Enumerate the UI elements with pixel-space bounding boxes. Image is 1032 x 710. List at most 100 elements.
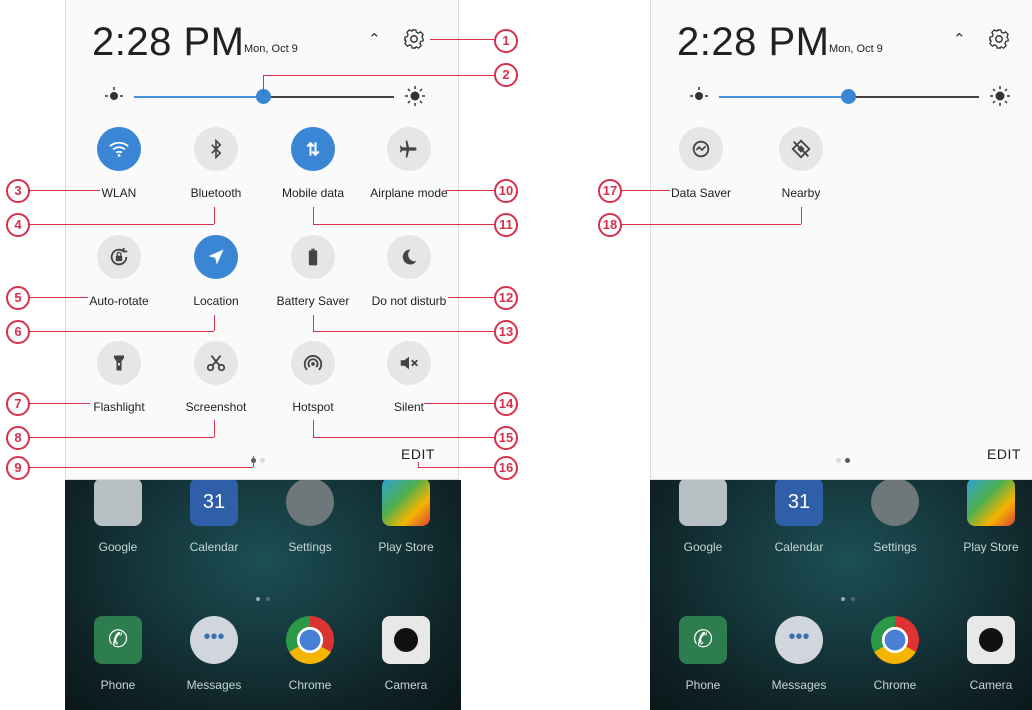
leader-line-4-rise xyxy=(214,207,215,224)
auto-rotate-icon xyxy=(97,235,141,279)
leader-line-16-rise xyxy=(418,462,419,467)
date: Mon, Oct 9 xyxy=(829,43,883,55)
callout-7: 7 xyxy=(6,392,30,416)
app-phone[interactable]: ✆ Phone xyxy=(73,616,163,692)
collapse-caret-icon[interactable]: ⌃ xyxy=(953,30,966,48)
collapse-caret-icon[interactable]: ⌃ xyxy=(368,30,381,48)
brightness-high-icon xyxy=(990,86,1010,106)
settings-gear-icon[interactable] xyxy=(988,28,1010,50)
leader-line-6 xyxy=(28,331,214,332)
leader-line-5 xyxy=(28,297,88,298)
app-chrome[interactable]: Chrome xyxy=(850,616,940,692)
moon-icon xyxy=(387,235,431,279)
callout-1: 1 xyxy=(494,29,518,53)
callout-9: 9 xyxy=(6,456,30,480)
app-settings[interactable]: Settings xyxy=(265,478,355,554)
phone-icon: ✆ xyxy=(94,616,142,664)
tile-airplane-mode[interactable]: Airplane mode xyxy=(359,127,459,207)
brightness-low-icon xyxy=(690,87,708,100)
leader-line-8-rise xyxy=(214,420,215,437)
app-google[interactable]: Google xyxy=(73,478,163,554)
leader-line-6-rise xyxy=(214,315,215,331)
clock: 2:28 PM xyxy=(92,20,245,64)
callout-15: 15 xyxy=(494,426,518,450)
chrome-icon xyxy=(871,616,919,664)
edit-button[interactable]: EDIT xyxy=(987,446,1021,462)
clock: 2:28 PM xyxy=(677,20,830,64)
leader-line-16 xyxy=(418,467,494,468)
app-calendar[interactable]: 31 Calendar xyxy=(169,478,259,554)
home-screen: Google 31 Calendar Settings Play Store ✆… xyxy=(65,478,461,710)
brightness-track[interactable] xyxy=(264,96,394,98)
tile-do-not-disturb[interactable]: Do not disturb xyxy=(359,235,459,315)
camera-icon xyxy=(967,616,1015,664)
page-dot-active[interactable] xyxy=(845,458,850,463)
callout-14: 14 xyxy=(494,392,518,416)
tile-hotspot[interactable]: Hotspot xyxy=(263,341,363,421)
leader-line-7 xyxy=(28,403,90,404)
app-camera[interactable]: Camera xyxy=(361,616,451,692)
leader-line-3 xyxy=(28,190,100,191)
tile-nearby[interactable]: Nearby xyxy=(751,127,851,207)
data-saver-icon xyxy=(679,127,723,171)
callout-10: 10 xyxy=(494,179,518,203)
quick-settings-panel: 2:28 PM Mon, Oct 9 ⌃ xyxy=(65,0,459,480)
app-play-store[interactable]: Play Store xyxy=(946,478,1032,554)
app-messages[interactable]: ••• Messages xyxy=(754,616,844,692)
messages-icon: ••• xyxy=(190,616,238,664)
leader-line-9 xyxy=(28,467,253,468)
leader-line-13-rise xyxy=(313,315,314,331)
callout-16: 16 xyxy=(494,456,518,480)
tile-data-saver[interactable]: Data Saver xyxy=(651,127,751,207)
settings-gear-icon[interactable] xyxy=(403,28,425,50)
tile-silent[interactable]: Silent xyxy=(359,341,459,421)
home-screen: Google 31 Calendar Settings Play Store ✆… xyxy=(650,478,1032,710)
phone-icon: ✆ xyxy=(679,616,727,664)
scissors-icon xyxy=(194,341,238,385)
callout-2: 2 xyxy=(494,63,518,87)
messages-icon: ••• xyxy=(775,616,823,664)
calendar-icon: 31 xyxy=(190,478,238,526)
callout-6: 6 xyxy=(6,320,30,344)
leader-line-18 xyxy=(614,224,801,225)
tile-flashlight[interactable]: Flashlight xyxy=(69,341,169,421)
app-phone[interactable]: ✆ Phone xyxy=(658,616,748,692)
chrome-icon xyxy=(286,616,334,664)
edit-button[interactable]: EDIT xyxy=(401,446,435,462)
tile-screenshot[interactable]: Screenshot xyxy=(166,341,266,421)
tile-wlan[interactable]: WLAN xyxy=(69,127,169,207)
leader-line-18-rise xyxy=(801,207,802,224)
leader-line-8 xyxy=(28,437,214,438)
google-folder-icon xyxy=(94,478,142,526)
right-phone-screen: Google 31 Calendar Settings Play Store ✆… xyxy=(650,0,1032,710)
page-dot[interactable] xyxy=(836,458,841,463)
callout-13: 13 xyxy=(494,320,518,344)
hotspot-icon xyxy=(291,341,335,385)
location-icon xyxy=(194,235,238,279)
brightness-slider-thumb[interactable] xyxy=(841,89,856,104)
page-dot[interactable] xyxy=(260,458,265,463)
app-messages[interactable]: ••• Messages xyxy=(169,616,259,692)
tile-location[interactable]: Location xyxy=(166,235,266,315)
app-chrome[interactable]: Chrome xyxy=(265,616,355,692)
flashlight-icon xyxy=(97,341,141,385)
brightness-high-icon xyxy=(405,86,425,106)
google-folder-icon xyxy=(679,478,727,526)
app-play-store[interactable]: Play Store xyxy=(361,478,451,554)
play-store-icon xyxy=(382,478,430,526)
tile-mobile-data[interactable]: Mobile data xyxy=(263,127,363,207)
tile-auto-rotate[interactable]: Auto-rotate xyxy=(69,235,169,315)
tile-bluetooth[interactable]: Bluetooth xyxy=(166,127,266,207)
leader-line-1 xyxy=(430,39,494,40)
wifi-icon xyxy=(97,127,141,171)
callout-17: 17 xyxy=(598,179,622,203)
app-settings[interactable]: Settings xyxy=(850,478,940,554)
leader-line-11-rise xyxy=(313,207,314,224)
bluetooth-icon xyxy=(194,127,238,171)
app-google[interactable]: Google xyxy=(658,478,748,554)
tile-battery-saver[interactable]: Battery Saver xyxy=(263,235,363,315)
app-calendar[interactable]: 31 Calendar xyxy=(754,478,844,554)
app-camera[interactable]: Camera xyxy=(946,616,1032,692)
brightness-track[interactable] xyxy=(849,96,979,98)
callout-12: 12 xyxy=(494,286,518,310)
